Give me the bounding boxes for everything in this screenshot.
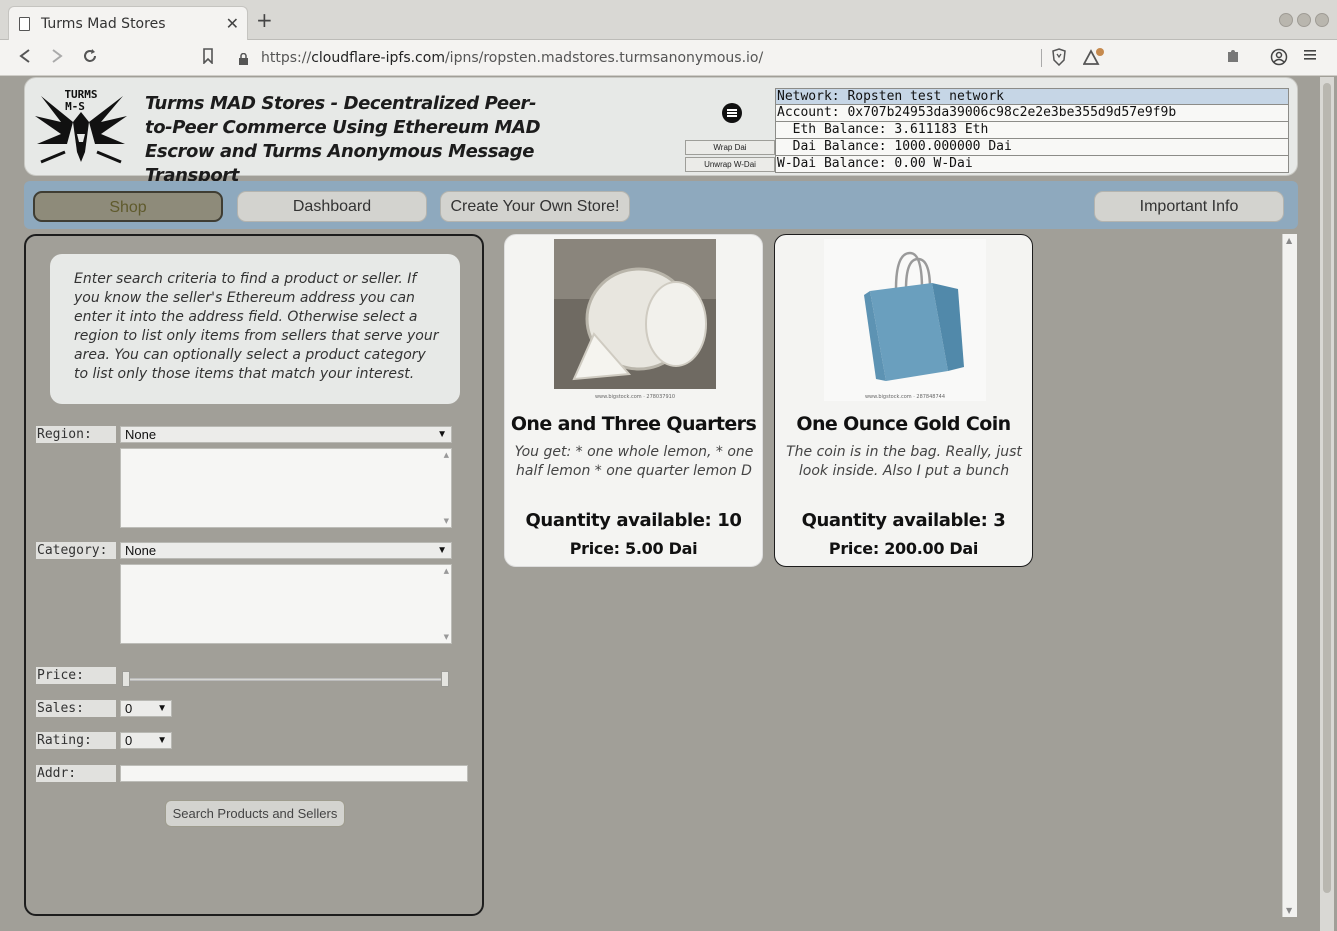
product-card[interactable]: www.bigstock.com · 287848744 One Ounce G… <box>774 234 1033 567</box>
sales-select[interactable]: 0 ▼ <box>120 700 172 717</box>
tab-dashboard[interactable]: Dashboard <box>237 191 427 222</box>
wrap-dai-button[interactable]: Wrap Dai <box>685 140 775 155</box>
price-label: Price: <box>36 667 116 684</box>
browser-tab[interactable]: Turms Mad Stores ✕ <box>8 6 248 40</box>
rating-select-value: 0 <box>125 733 133 748</box>
back-icon[interactable] <box>18 48 32 68</box>
eth-balance: Eth Balance: 3.611183 Eth <box>775 122 1289 139</box>
shield-icon[interactable] <box>1051 48 1067 70</box>
chevron-down-icon: ▼ <box>437 429 447 440</box>
scroll-up-icon[interactable]: ▲ <box>1286 236 1292 245</box>
main-menu: Shop Dashboard Create Your Own Store! Im… <box>24 181 1298 229</box>
wdai-balance: W-Dai Balance: 0.00 W-Dai <box>775 156 1289 173</box>
reload-icon[interactable] <box>82 48 98 68</box>
region-select-value: None <box>125 427 157 442</box>
tab-create-store[interactable]: Create Your Own Store! <box>440 191 630 222</box>
profile-icon[interactable] <box>1270 48 1288 70</box>
product-card[interactable]: www.bigstock.com · 278037910 One and Thr… <box>504 234 763 567</box>
address-bar[interactable]: https://cloudflare-ipfs.com/ipns/ropsten… <box>228 44 1128 72</box>
image-caption: www.bigstock.com · 287848744 <box>865 394 945 400</box>
sales-select-value: 0 <box>125 701 133 716</box>
category-label: Category: <box>36 542 116 559</box>
forward-icon[interactable] <box>50 48 64 68</box>
price-slider-track[interactable] <box>126 678 444 681</box>
network-status: Network: Ropsten test network <box>775 88 1289 105</box>
site-header: TURMS M-S Turms MAD Stores - Decentraliz… <box>24 77 1298 186</box>
scroll-up-icon[interactable]: ▲ <box>444 451 449 459</box>
minimize-icon[interactable] <box>1279 13 1293 27</box>
product-quantity: Quantity available: 3 <box>801 510 1006 531</box>
scroll-down-icon[interactable]: ▼ <box>444 517 449 525</box>
product-quantity: Quantity available: 10 <box>525 510 742 531</box>
product-description: You get: * one whole lemon, * one half l… <box>514 444 754 479</box>
product-image: www.bigstock.com · 287848744 <box>824 239 986 401</box>
addr-label: Addr: <box>36 765 116 782</box>
turms-logo: TURMS M-S <box>31 82 131 172</box>
chevron-down-icon: ▼ <box>437 545 447 556</box>
sales-label: Sales: <box>36 700 116 717</box>
window-close-icon[interactable] <box>1315 13 1329 27</box>
bookmark-icon[interactable] <box>202 48 214 68</box>
product-title[interactable]: One and Three Quarters <box>505 413 762 435</box>
scroll-down-icon[interactable]: ▼ <box>444 633 449 641</box>
product-price: Price: 5.00 Dai <box>569 539 698 558</box>
product-description: The coin is in the bag. Really, just loo… <box>786 444 1022 479</box>
hamburger-icon[interactable] <box>722 103 742 123</box>
unwrap-wdai-button[interactable]: Unwrap W-Dai <box>685 157 775 172</box>
search-panel: Enter search criteria to find a product … <box>24 234 484 916</box>
url-text: https://cloudflare-ipfs.com/ipns/ropsten… <box>261 50 764 66</box>
product-image: www.bigstock.com · 278037910 <box>554 239 716 401</box>
site-title: Turms MAD Stores - Decentralized Peer-to… <box>145 93 541 186</box>
browser-nav-bar: https://cloudflare-ipfs.com/ipns/ropsten… <box>0 40 1337 76</box>
page-scrollbar[interactable] <box>1320 77 1334 931</box>
results-scrollbar[interactable]: ▲ ▼ <box>1282 234 1297 917</box>
close-icon[interactable]: ✕ <box>226 14 239 33</box>
address-input[interactable] <box>120 765 468 782</box>
scroll-down-icon[interactable]: ▼ <box>1286 906 1292 915</box>
rating-select[interactable]: 0 ▼ <box>120 732 172 749</box>
region-label: Region: <box>36 426 116 443</box>
chevron-down-icon: ▼ <box>157 735 167 746</box>
triangle-icon[interactable] <box>1082 48 1105 70</box>
plus-icon[interactable]: + <box>256 10 273 30</box>
puzzle-icon[interactable] <box>1225 48 1241 68</box>
page-scrollbar-thumb[interactable] <box>1323 83 1331 893</box>
product-price: Price: 200.00 Dai <box>828 539 979 558</box>
browser-menu-icon[interactable] <box>1304 48 1316 66</box>
image-caption: www.bigstock.com · 278037910 <box>595 394 675 400</box>
browser-tab-bar: Turms Mad Stores ✕ + <box>0 0 1337 40</box>
region-select[interactable]: None ▼ <box>120 426 452 443</box>
chevron-down-icon: ▼ <box>157 703 167 714</box>
account-address: Account: 0x707b24953da39006c98c2e2e3be35… <box>775 105 1289 122</box>
page-content: TURMS M-S Turms MAD Stores - Decentraliz… <box>0 77 1337 931</box>
product-title[interactable]: One Ounce Gold Coin <box>775 413 1032 435</box>
dai-balance: Dai Balance: 1000.000000 Dai <box>775 139 1289 156</box>
scroll-up-icon[interactable]: ▲ <box>444 567 449 575</box>
page-icon <box>19 17 30 31</box>
search-button[interactable]: Search Products and Sellers <box>165 800 345 827</box>
category-select-value: None <box>125 543 157 558</box>
region-list[interactable]: ▲ ▼ <box>120 448 452 528</box>
lock-icon <box>238 51 249 65</box>
rating-label: Rating: <box>36 732 116 749</box>
svg-text:M-S: M-S <box>65 100 85 113</box>
account-info: Network: Ropsten test network Account: 0… <box>775 88 1289 173</box>
category-list[interactable]: ▲ ▼ <box>120 564 452 644</box>
search-help-text: Enter search criteria to find a product … <box>50 254 460 404</box>
tab-shop[interactable]: Shop <box>33 191 223 222</box>
price-slider-max-handle[interactable] <box>441 671 449 687</box>
tab-important-info[interactable]: Important Info <box>1094 191 1284 222</box>
divider <box>1041 49 1042 67</box>
tab-title: Turms Mad Stores <box>41 16 166 32</box>
price-slider-min-handle[interactable] <box>122 671 130 687</box>
category-select[interactable]: None ▼ <box>120 542 452 559</box>
maximize-icon[interactable] <box>1297 13 1311 27</box>
